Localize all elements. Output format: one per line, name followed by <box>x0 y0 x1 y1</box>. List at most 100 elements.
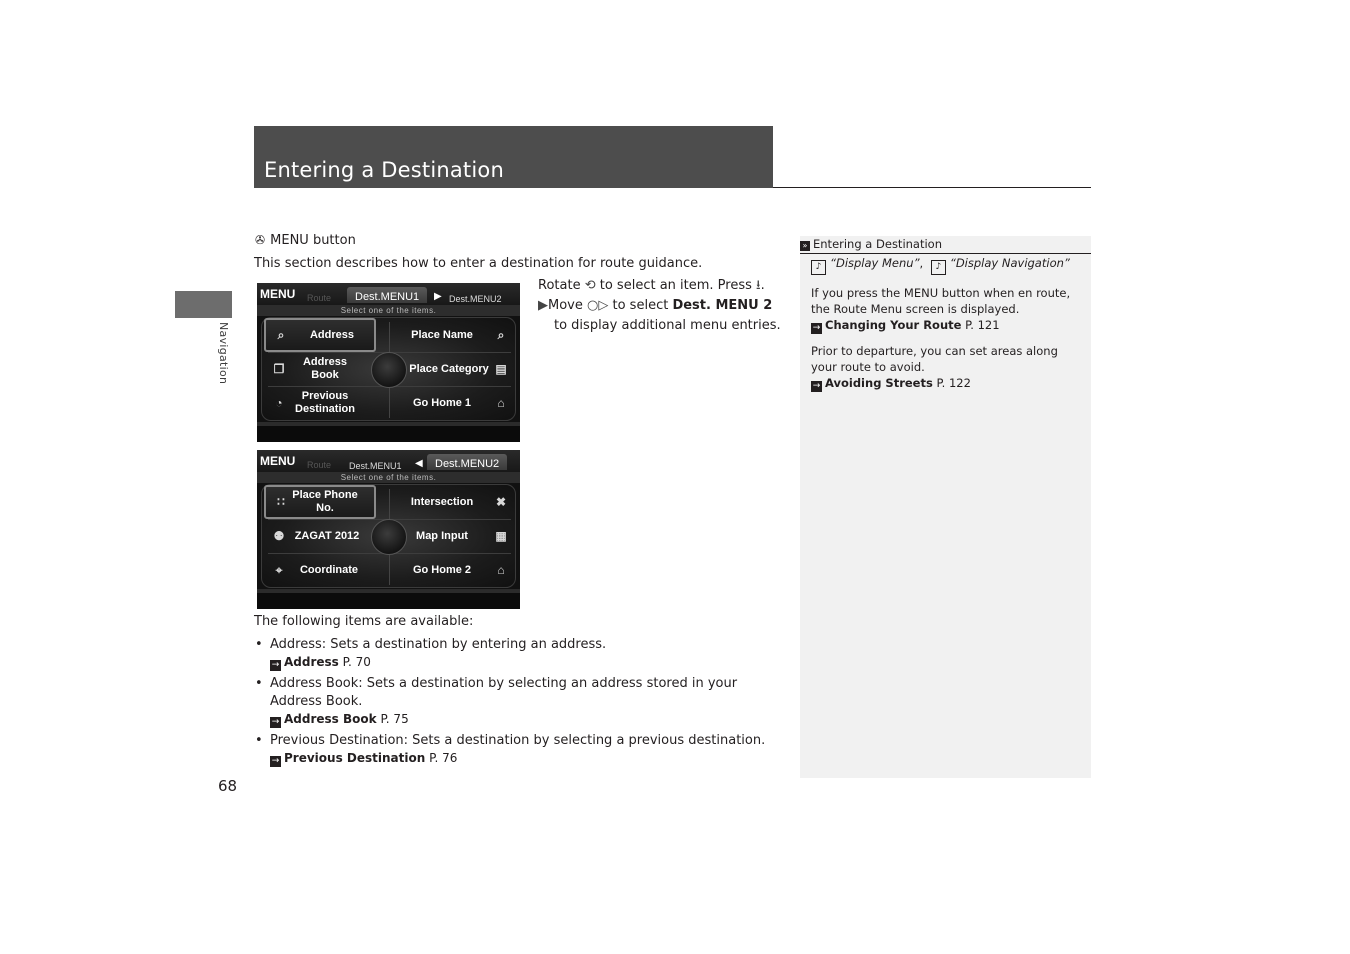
xref-page: P. 122 <box>936 376 971 390</box>
xref-title: Previous Destination <box>284 751 426 765</box>
page-title: Entering a Destination <box>264 158 504 182</box>
instruction-text: Move <box>548 298 583 313</box>
screen-item-address-book[interactable]: ❐ Address Book <box>264 352 376 386</box>
chapter-tab <box>175 291 232 318</box>
rotate-instruction: Rotate ⟲ to select an item. Press ⭳. <box>538 277 778 297</box>
list-item: • Address Book: Sets a destination by se… <box>254 675 774 728</box>
screen-tab-dest-menu1[interactable]: Dest.MENU1 <box>345 454 406 471</box>
screen-item-go-home-2[interactable]: Go Home 2 ⌂ <box>392 553 514 587</box>
menu-button-icon: ✇ <box>254 233 266 247</box>
page-number: 68 <box>218 777 238 795</box>
items-list: • Address: Sets a destination by enterin… <box>254 636 774 771</box>
intro-text: This section describes how to enter a de… <box>254 256 703 271</box>
tab-arrow-left-icon: ◀ <box>415 458 423 469</box>
side-note: Prior to departure, you can set areas al… <box>811 343 1086 392</box>
screen-menu-grid: ⌕ Address ❐ Address Book ◔ Previous Dest… <box>261 317 516 421</box>
instruction-text: Rotate <box>538 278 581 293</box>
screen-item-label: Map Input <box>416 529 468 542</box>
screen-subtitle: Select one of the items. <box>257 472 520 483</box>
xref-arrow-icon: → <box>811 381 822 392</box>
xref-arrow-icon: → <box>811 323 822 334</box>
instruction-target: Dest. MENU 2 <box>672 298 773 313</box>
screen-item-intersection[interactable]: Intersection ✖ <box>392 485 514 519</box>
xref-page: P. 76 <box>429 751 458 765</box>
screen-item-label: Place Phone No. <box>292 489 358 514</box>
screen-item-label: Address Book <box>302 356 348 381</box>
double-chevron-icon: » <box>800 241 810 251</box>
move-instruction-cont: to display additional menu entries. <box>554 318 781 333</box>
xref-arrow-icon: → <box>270 756 281 767</box>
xref-page: P. 75 <box>380 712 409 726</box>
chapter-label: Navigation <box>217 322 230 385</box>
screen-menu-label: MENU <box>260 287 296 301</box>
xref-arrow-icon: → <box>270 660 281 671</box>
voice-command: “Display Menu” <box>830 256 920 270</box>
screen-item-go-home-1[interactable]: Go Home 1 ⌂ <box>392 386 514 420</box>
home-icon: ⌂ <box>497 396 505 410</box>
move-instruction: ▶Move ○▷ to select Dest. MENU 2 <box>538 297 778 317</box>
instruction-text: to select an item. Press <box>599 278 752 293</box>
interface-dial-knob <box>371 352 407 388</box>
interface-dial-knob <box>371 519 407 555</box>
screen-item-map-input[interactable]: Map Input ▦ <box>392 519 514 553</box>
move-dial-right-icon: ○▷ <box>587 298 609 313</box>
voice-commands: ♪ “Display Menu”, ♪ “Display Navigation” <box>811 255 1086 275</box>
keypad-icon: ∷ <box>277 495 285 509</box>
cross-reference-link[interactable]: → Previous Destination P. 76 <box>270 750 774 767</box>
screen-item-label: Place Category <box>409 362 489 375</box>
screen-item-zagat[interactable]: ⚉ ZAGAT 2012 <box>264 519 376 553</box>
magnifier-icon: ⌕ <box>497 328 505 342</box>
screen-item-previous-destination[interactable]: ◔ Previous Destination <box>264 386 376 420</box>
intersection-icon: ✖ <box>495 495 507 509</box>
item-term: Address Book <box>270 676 359 691</box>
screen-menu-grid: ∷ Place Phone No. ⚉ ZAGAT 2012 ⌖ Coordin… <box>261 484 516 588</box>
history-icon: ◔ <box>275 396 283 410</box>
screen-tab-dest-menu2[interactable]: Dest.MENU2 <box>445 287 506 304</box>
screen-bottom-bar <box>257 422 520 442</box>
item-desc: : Sets a destination by selecting a prev… <box>403 733 766 748</box>
screen-item-place-category[interactable]: Place Category ▤ <box>392 352 514 386</box>
cross-reference-link[interactable]: → Address Book P. 75 <box>270 711 774 728</box>
item-desc: : Sets a destination by entering an addr… <box>321 637 607 652</box>
screen-item-label: Address <box>309 328 355 341</box>
separator: , <box>919 256 924 270</box>
item-term: Address <box>270 637 322 652</box>
xref-title: Address <box>284 655 339 669</box>
cross-reference-link[interactable]: → Changing Your Route P. 121 <box>811 317 1086 334</box>
screen-item-address[interactable]: ⌕ Address <box>264 318 376 352</box>
side-notes-body: ♪ “Display Menu”, ♪ “Display Navigation” I… <box>811 255 1086 401</box>
xref-title: Changing Your Route <box>825 318 962 332</box>
list-item: • Previous Destination: Sets a destinati… <box>254 732 774 767</box>
screen-item-label: Place Name <box>411 328 473 341</box>
xref-arrow-icon: → <box>270 717 281 728</box>
map-icon: ▦ <box>495 529 507 543</box>
bullet-icon: • <box>255 733 263 748</box>
side-note: If you press the MENU button when en rou… <box>811 285 1086 334</box>
menu-button-label: MENU button <box>270 233 356 248</box>
title-rule <box>773 187 1091 188</box>
triangle-bullet-icon: ▶ <box>538 298 548 313</box>
screen-item-label: Go Home 2 <box>412 563 472 576</box>
screen-tab-dest-menu2[interactable]: Dest.MENU2 <box>427 454 508 470</box>
screen-item-coordinate[interactable]: ⌖ Coordinate <box>264 553 376 587</box>
rotate-dial-icon: ⟲ <box>584 278 596 293</box>
home-icon: ⌂ <box>497 563 505 577</box>
screen-item-label: Previous Destination <box>295 390 355 415</box>
xref-title: Address Book <box>284 712 377 726</box>
screen-item-label: ZAGAT 2012 <box>294 529 360 542</box>
cross-reference-link[interactable]: → Avoiding Streets P. 122 <box>811 375 1086 392</box>
side-note-text: Prior to departure, you can set areas al… <box>811 344 1058 374</box>
nav-screen-dest-menu-1: MENU Route Dest.MENU1 ▶ Dest.MENU2 Selec… <box>257 283 520 442</box>
available-items-label: The following items are available: <box>254 614 474 629</box>
screen-item-place-phone-no[interactable]: ∷ Place Phone No. <box>264 485 376 519</box>
bullet-icon: • <box>255 637 263 652</box>
screen-item-label: Go Home 1 <box>412 396 472 409</box>
instruction-text: . <box>760 278 765 293</box>
item-term: Previous Destination <box>270 733 404 748</box>
side-notes-heading: » Entering a Destination <box>800 236 1091 254</box>
cross-reference-link[interactable]: → Address P. 70 <box>270 654 774 671</box>
voice-command-icon: ♪ <box>811 260 826 275</box>
screen-item-place-name[interactable]: Place Name ⌕ <box>392 318 514 352</box>
screen-tab-dest-menu1[interactable]: Dest.MENU1 <box>347 287 428 303</box>
book-icon: ❐ <box>273 362 285 376</box>
